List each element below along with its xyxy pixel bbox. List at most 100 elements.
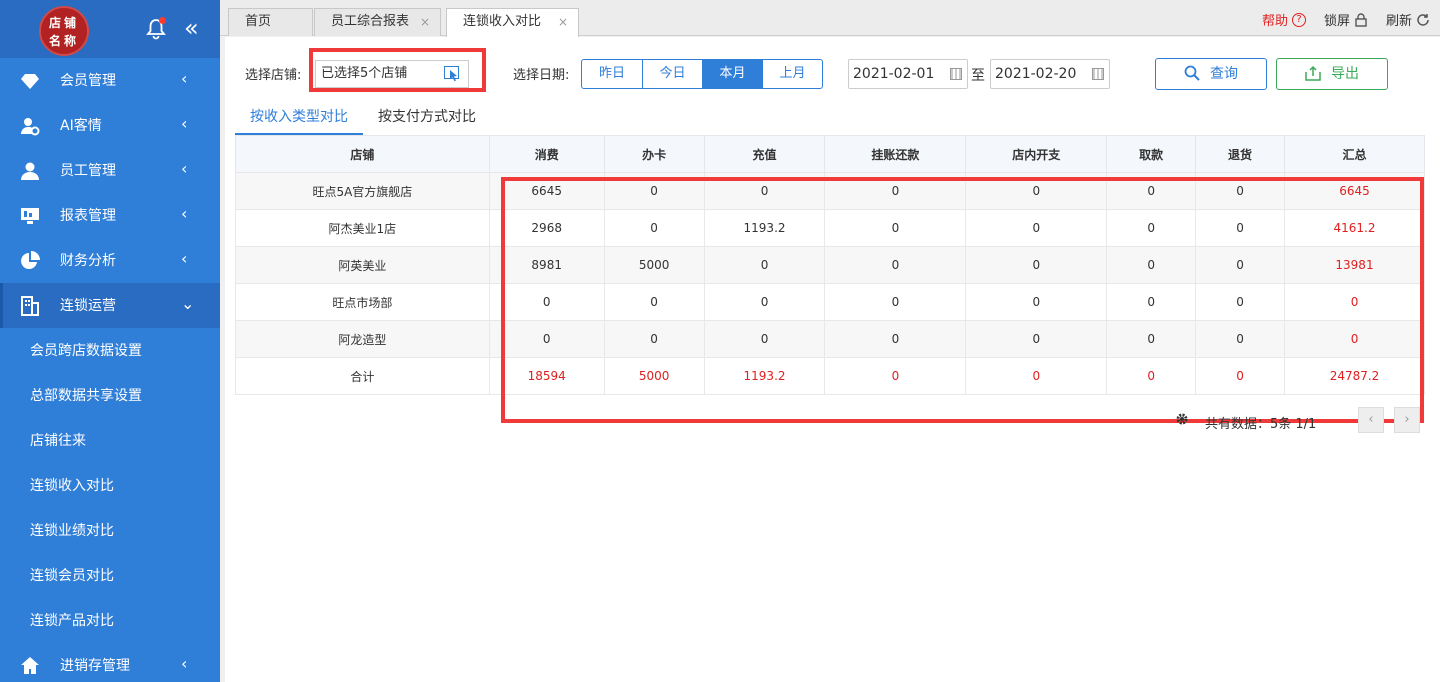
value-cell: 0 (703, 246, 826, 284)
this-month-button[interactable]: 本月 (702, 60, 762, 88)
calendar-icon (1092, 68, 1104, 80)
chevron-left-icon: ‹ (181, 114, 188, 133)
table-row: 旺点市场部 0 0 0 0 0 0 0 0 (235, 283, 1425, 321)
lock-label: 锁屏 (1323, 14, 1350, 29)
col-card[interactable]: 办卡 (603, 135, 705, 173)
value-cell: 0 (1106, 246, 1197, 284)
sidebar-subitem-store-exchange[interactable]: 店铺往来 (0, 418, 220, 463)
sidebar-item-member[interactable]: 会员管理 ‹ (0, 58, 220, 103)
home-icon (21, 657, 39, 674)
close-icon[interactable]: × (420, 9, 430, 35)
chevron-left-icon: ‹ (181, 654, 188, 673)
tab-home[interactable]: 首页 (228, 8, 313, 36)
last-month-button[interactable]: 上月 (762, 60, 822, 88)
notification-bell-icon[interactable] (146, 17, 168, 40)
sidebar-item-chain[interactable]: 连锁运营 ⌄ (0, 283, 220, 328)
next-page-button[interactable]: › (1394, 407, 1420, 433)
logo-line-1: 店铺 (48, 16, 79, 30)
col-total[interactable]: 汇总 (1284, 135, 1425, 173)
sidebar-subitem-label: 店铺往来 (30, 433, 86, 449)
gear-icon[interactable] (1175, 412, 1189, 426)
chevron-left-icon: ‹ (181, 204, 188, 223)
sidebar: 店铺 名称 « 会员管理 ‹ AI客情 ‹ 员工管理 ‹ 报表管理 ‹ 财务分析… (0, 0, 220, 682)
sidebar-subitem-member-compare[interactable]: 连锁会员对比 (0, 553, 220, 598)
sidebar-subitem-cross-store[interactable]: 会员跨店数据设置 (0, 328, 220, 373)
prev-page-button[interactable]: ‹ (1358, 407, 1384, 433)
col-credit-repay[interactable]: 挂账还款 (824, 135, 967, 173)
export-icon (1305, 65, 1321, 81)
diamond-icon (21, 74, 39, 89)
value-cell: 0 (488, 283, 605, 321)
close-icon[interactable]: × (558, 9, 568, 35)
value-cell: 0 (1195, 209, 1286, 247)
user-gear-icon (21, 118, 40, 136)
value-cell: 0 (965, 357, 1108, 395)
tab-chain-income[interactable]: 连锁收入对比 × (446, 8, 579, 37)
refresh-button[interactable]: 刷新 (1386, 10, 1430, 29)
sidebar-subitem-hq-share[interactable]: 总部数据共享设置 (0, 373, 220, 418)
filter-bar: 选择店铺: 已选择5个店铺 选择日期: 昨日 今日 本月 上月 2021-02-… (225, 37, 1440, 107)
chevron-left-icon: ‹ (181, 159, 188, 178)
sidebar-menu: 会员管理 ‹ AI客情 ‹ 员工管理 ‹ 报表管理 ‹ 财务分析 ‹ 连锁运营 … (0, 58, 220, 328)
sidebar-subitem-product-compare[interactable]: 连锁产品对比 (0, 598, 220, 643)
value-cell: 0 (703, 172, 826, 210)
export-button[interactable]: 导出 (1276, 58, 1388, 90)
sidebar-item-staff[interactable]: 员工管理 ‹ (0, 148, 220, 193)
value-cell: 0 (1106, 172, 1197, 210)
sidebar-item-label: 报表管理 (60, 208, 116, 224)
tab-bar: 首页 员工综合报表 × 连锁收入对比 × 帮助? 锁屏 刷新 (220, 0, 1440, 37)
value-cell: 0 (1284, 283, 1425, 321)
sidebar-item-finance[interactable]: 财务分析 ‹ (0, 238, 220, 283)
query-button[interactable]: 查询 (1155, 58, 1267, 90)
value-cell: 0 (603, 172, 705, 210)
tab-label: 首页 (245, 14, 272, 29)
sidebar-item-ai[interactable]: AI客情 ‹ (0, 103, 220, 148)
table-row: 阿杰美业1店 2968 0 1193.2 0 0 0 0 4161.2 (235, 209, 1425, 247)
collapse-sidebar-icon[interactable]: « (184, 14, 199, 42)
value-cell: 0 (603, 320, 705, 358)
col-store-expense[interactable]: 店内开支 (965, 135, 1108, 173)
calendar-icon (950, 68, 962, 80)
sidebar-item-label: 连锁运营 (60, 298, 116, 314)
sidebar-subitem-label: 连锁业绩对比 (30, 523, 114, 539)
col-consume[interactable]: 消费 (488, 135, 605, 173)
sidebar-subitem-income-compare[interactable]: 连锁收入对比 (0, 463, 220, 508)
lock-icon (1355, 12, 1367, 27)
value-cell: 0 (824, 246, 967, 284)
refresh-icon (1417, 13, 1429, 26)
yesterday-button[interactable]: 昨日 (582, 60, 642, 88)
store-name-cell: 旺点5A官方旗舰店 (235, 172, 490, 210)
sidebar-subitem-label: 连锁会员对比 (30, 568, 114, 584)
tab-staff-report[interactable]: 员工综合报表 × (314, 8, 441, 36)
date-from-value: 2021-02-01 (853, 66, 935, 82)
date-to-input[interactable]: 2021-02-20 (990, 59, 1110, 89)
today-button[interactable]: 今日 (642, 60, 702, 88)
store-label: 选择店铺: (245, 68, 302, 83)
sidebar-item-reports[interactable]: 报表管理 ‹ (0, 193, 220, 238)
col-recharge[interactable]: 充值 (703, 135, 826, 173)
value-cell: 0 (703, 283, 826, 321)
date-from-input[interactable]: 2021-02-01 (848, 59, 968, 89)
value-cell: 0 (1195, 357, 1286, 395)
tab-by-income-type[interactable]: 按收入类型对比 (235, 107, 363, 135)
sidebar-subitem-performance-compare[interactable]: 连锁业绩对比 (0, 508, 220, 553)
value-cell: 0 (1106, 320, 1197, 358)
col-store[interactable]: 店铺 (235, 135, 490, 173)
value-cell: 0 (1106, 209, 1197, 247)
col-return[interactable]: 退货 (1195, 135, 1286, 173)
sidebar-subitem-label: 连锁收入对比 (30, 478, 114, 494)
lock-button[interactable]: 锁屏 (1324, 10, 1368, 29)
pie-icon (21, 251, 40, 269)
col-withdraw[interactable]: 取款 (1106, 135, 1197, 173)
help-button[interactable]: 帮助? (1262, 10, 1306, 29)
sidebar-item-inventory[interactable]: 进销存管理 ‹ (0, 643, 220, 682)
tab-by-payment-method[interactable]: 按支付方式对比 (363, 107, 491, 135)
main-panel: 选择店铺: 已选择5个店铺 选择日期: 昨日 今日 本月 上月 2021-02-… (225, 37, 1440, 682)
logo-line-2: 名称 (48, 34, 79, 48)
table-row: 阿龙造型 0 0 0 0 0 0 0 0 (235, 320, 1425, 358)
value-cell: 0 (1195, 320, 1286, 358)
value-cell: 0 (965, 283, 1108, 321)
monitor-icon (21, 208, 39, 224)
value-cell: 0 (603, 209, 705, 247)
value-cell: 0 (1106, 283, 1197, 321)
